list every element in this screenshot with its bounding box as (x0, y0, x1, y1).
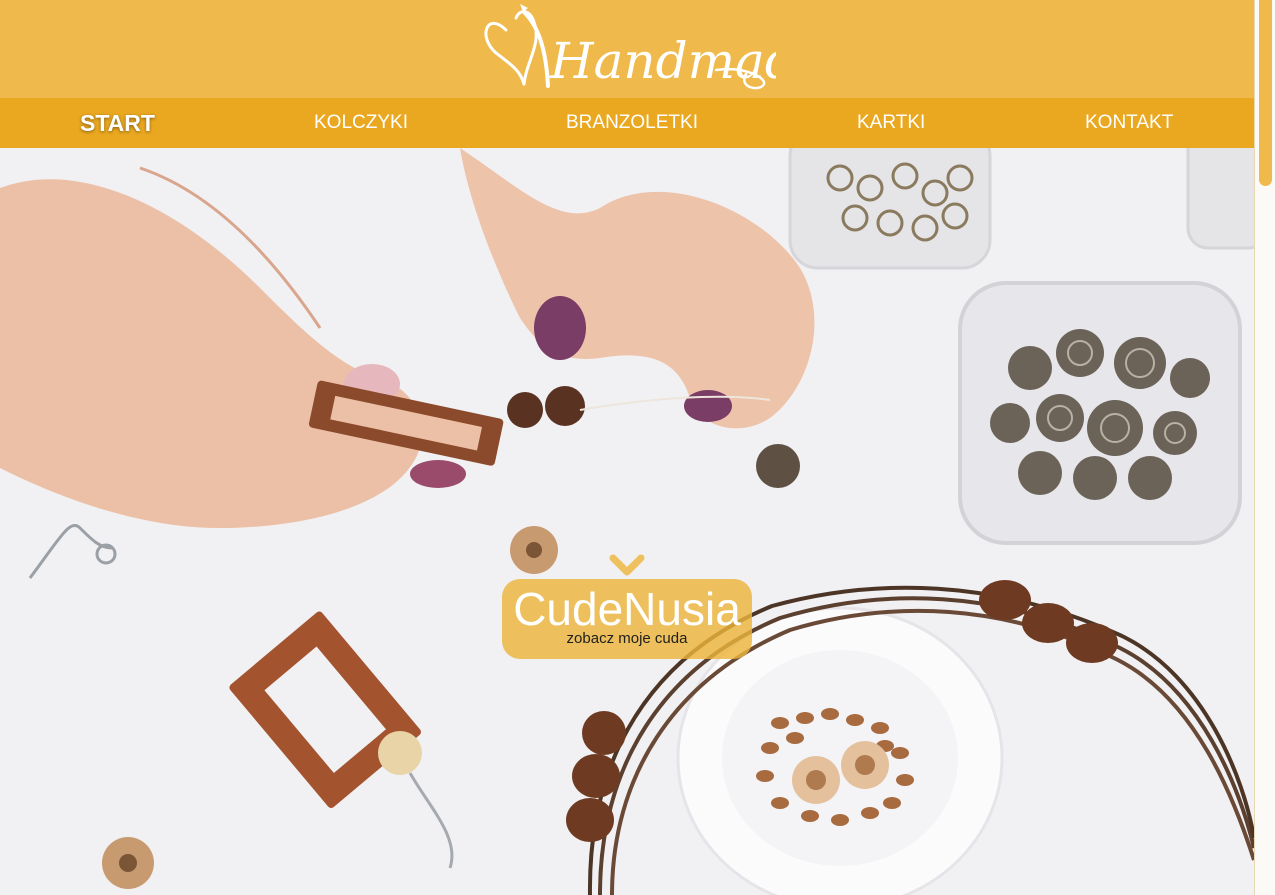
hero-title: CudeNusia (513, 583, 741, 635)
hero-subtitle: zobacz moje cuda (566, 630, 688, 647)
nav-item-branzoletki[interactable]: BRANZOLETKI (566, 98, 698, 148)
hero-image (0, 148, 1254, 895)
scrollbar[interactable] (1254, 0, 1275, 895)
hero-badge: CudeNusia zobacz moje cuda (502, 579, 752, 659)
main-nav: START KOLCZYKI BRANZOLETKI KARTKI KONTAK… (0, 98, 1254, 148)
logo-graphic: Handmade (484, 4, 826, 90)
scrollbar-thumb[interactable] (1259, 0, 1272, 186)
nav-item-kolczyki[interactable]: KOLCZYKI (314, 98, 408, 148)
logo-text: Handmade (549, 32, 776, 90)
site-header: Handmade (0, 0, 1254, 98)
nav-item-start[interactable]: START (80, 98, 155, 148)
hero-section: CudeNusia zobacz moje cuda (0, 148, 1254, 895)
nav-item-kontakt[interactable]: KONTAKT (1085, 98, 1173, 148)
nav-item-kartki[interactable]: KARTKI (857, 98, 925, 148)
chevron-down-icon[interactable] (609, 552, 645, 578)
logo[interactable]: Handmade (476, 0, 826, 96)
